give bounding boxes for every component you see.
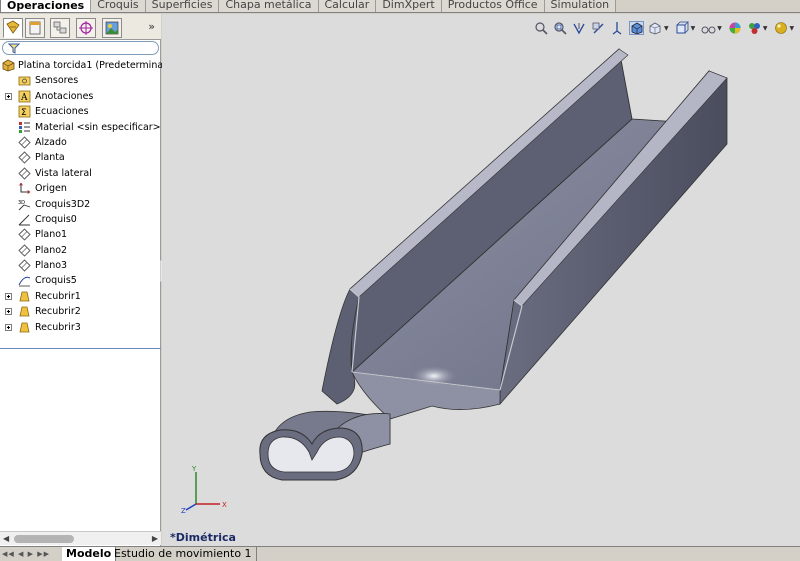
tab-estudio-movimiento[interactable]: Estudio de movimiento 1 bbox=[110, 547, 257, 561]
tab-nav-arrows-icon[interactable]: ◀◀ ◀ ▶ ▶▶ bbox=[2, 550, 50, 558]
tree-item-anotaciones[interactable]: A Anotaciones bbox=[0, 89, 161, 104]
loft-icon bbox=[19, 306, 30, 317]
tab-croquis[interactable]: Croquis bbox=[91, 0, 146, 12]
configuration-manager-tab[interactable] bbox=[50, 18, 70, 38]
filter-icon bbox=[8, 43, 20, 54]
tree-item-sensores[interactable]: Sensores bbox=[0, 73, 161, 88]
tree-item-croquis3d2[interactable]: 3D Croquis3D2 bbox=[0, 197, 161, 212]
tree-item-alzado[interactable]: Alzado bbox=[0, 135, 161, 150]
tab-dimxpert[interactable]: DimXpert bbox=[376, 0, 442, 12]
plane-icon bbox=[18, 228, 31, 241]
sketch3d-icon: 3D bbox=[18, 200, 31, 210]
tree-item-croquis5[interactable]: Croquis5 bbox=[0, 273, 161, 288]
tree-item-recubrir1[interactable]: Recubrir1 bbox=[0, 289, 161, 304]
tree-item-planta[interactable]: Planta bbox=[0, 150, 161, 165]
material-icon bbox=[19, 121, 30, 133]
tree-item-croquis0[interactable]: Croquis0 bbox=[0, 212, 161, 227]
display-manager-icon bbox=[105, 21, 119, 35]
origin-icon bbox=[19, 182, 31, 194]
loft-icon bbox=[19, 291, 30, 302]
property-manager-icon bbox=[29, 21, 41, 35]
triad-z-axis bbox=[185, 503, 197, 511]
plane-icon bbox=[18, 151, 31, 164]
triad-z-label: Z bbox=[181, 507, 186, 514]
tree-item-ecuaciones[interactable]: Σ Ecuaciones bbox=[0, 104, 161, 119]
plane-icon bbox=[18, 244, 31, 257]
display-manager-tab[interactable] bbox=[102, 18, 122, 38]
feature-manager-panel: » Platina torcida1 (Predeterminado< Sens… bbox=[0, 14, 183, 546]
loft-icon bbox=[19, 322, 30, 333]
configuration-manager-icon bbox=[53, 21, 67, 34]
tree-item-plano2[interactable]: Plano2 bbox=[0, 243, 161, 258]
dimxpert-icon bbox=[79, 21, 93, 35]
tab-simulation[interactable]: Simulation bbox=[544, 0, 617, 12]
svg-text:Σ: Σ bbox=[21, 108, 27, 118]
tab-productos-office[interactable]: Productos Office bbox=[441, 0, 545, 12]
bottom-tabs-bar: ◀◀ ◀ ▶ ▶▶ Modelo Estudio de movimiento 1 bbox=[0, 546, 800, 561]
equations-icon: Σ bbox=[18, 105, 31, 118]
dimxpert-manager-tab[interactable] bbox=[76, 18, 96, 38]
tree-item-origen[interactable]: Origen bbox=[0, 181, 161, 196]
expand-icon[interactable] bbox=[5, 92, 12, 100]
sketch-icon bbox=[18, 214, 30, 226]
tree-item-plano3[interactable]: Plano3 bbox=[0, 258, 161, 273]
expand-icon[interactable] bbox=[5, 308, 12, 316]
panel-tabs: » bbox=[0, 14, 161, 40]
twisted-plate-model[interactable] bbox=[162, 14, 800, 546]
graphics-area[interactable]: ▼ ▼ ▼ ▼ ▼ Y X Z *Dimétrica bbox=[162, 14, 800, 546]
part-icon bbox=[2, 59, 15, 72]
annotations-icon: A bbox=[18, 90, 31, 103]
feature-tree: Platina torcida1 (Predeterminado< Sensor… bbox=[0, 58, 183, 335]
svg-text:A: A bbox=[20, 93, 28, 103]
sensors-folder-icon bbox=[18, 76, 31, 86]
tab-superficies[interactable]: Superficies bbox=[145, 0, 220, 12]
scroll-right-icon[interactable]: ▶ bbox=[152, 534, 158, 543]
tree-root[interactable]: Platina torcida1 (Predeterminado< bbox=[0, 58, 183, 73]
plane-icon bbox=[18, 259, 31, 272]
panel-horizontal-scrollbar[interactable]: ◀ ▶ bbox=[0, 531, 161, 545]
tab-chapa-metalica[interactable]: Chapa metálica bbox=[219, 0, 319, 12]
expand-icon[interactable] bbox=[5, 292, 12, 300]
tab-modelo[interactable]: Modelo bbox=[62, 547, 117, 561]
highlight bbox=[412, 366, 456, 386]
reference-triad: Y X Z bbox=[181, 465, 227, 514]
tree-item-recubrir2[interactable]: Recubrir2 bbox=[0, 304, 161, 319]
scroll-left-icon[interactable]: ◀ bbox=[3, 534, 9, 543]
tree-item-recubrir3[interactable]: Recubrir3 bbox=[0, 320, 161, 335]
plane-icon bbox=[18, 136, 31, 149]
scroll-thumb[interactable] bbox=[14, 535, 74, 543]
tree-root-label: Platina torcida1 (Predeterminado< bbox=[18, 60, 183, 71]
feature-manager-tab[interactable] bbox=[3, 18, 23, 38]
triad-x-label: X bbox=[222, 501, 227, 509]
tree-item-material[interactable]: Material <sin especificar> bbox=[0, 120, 161, 135]
rollback-bar[interactable] bbox=[0, 348, 161, 349]
command-manager-tabs: Operaciones Croquis Superficies Chapa me… bbox=[0, 0, 800, 13]
sketch-icon bbox=[18, 277, 31, 287]
filter-input[interactable] bbox=[2, 41, 159, 55]
panel-more-button[interactable]: » bbox=[148, 20, 155, 33]
property-manager-tab[interactable] bbox=[25, 18, 45, 38]
tab-calcular[interactable]: Calcular bbox=[318, 0, 377, 12]
view-orientation-label: *Dimétrica bbox=[170, 531, 236, 544]
tree-item-vista-lateral[interactable]: Vista lateral bbox=[0, 166, 161, 181]
tab-operaciones[interactable]: Operaciones bbox=[0, 0, 92, 12]
triad-y-label: Y bbox=[191, 465, 197, 473]
tree-item-plano1[interactable]: Plano1 bbox=[0, 227, 161, 242]
feature-manager-icon bbox=[6, 20, 20, 34]
expand-icon[interactable] bbox=[5, 323, 12, 331]
plane-icon bbox=[18, 167, 31, 180]
